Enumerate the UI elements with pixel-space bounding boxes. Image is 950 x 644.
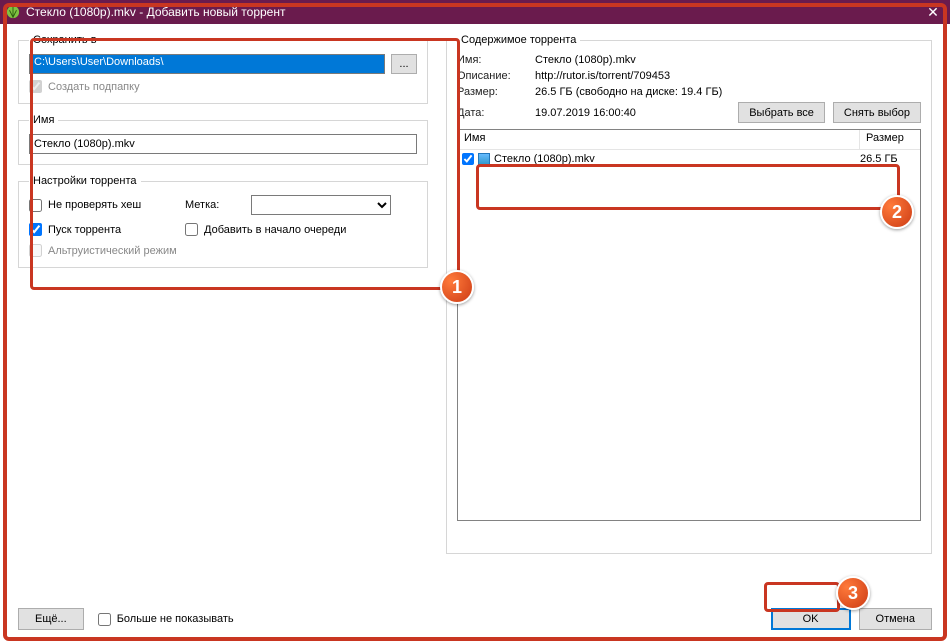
left-panel: Сохранить в C:\Users\User\Downloads\ ...… [18,34,428,574]
browse-button[interactable]: ... [391,54,417,74]
name-group: Имя [18,114,428,165]
name-legend: Имя [29,114,58,126]
add-to-top-checkbox[interactable]: Добавить в начало очереди [185,223,391,236]
ok-button[interactable]: OK [771,608,851,630]
file-name: Стекло (1080p).mkv [494,153,860,165]
torrent-settings-legend: Настройки торрента [29,175,141,187]
info-date-value: 19.07.2019 16:00:40 [535,107,730,119]
create-subfolder-checkbox: Создать подпапку [29,80,417,93]
col-name[interactable]: Имя [458,130,860,149]
annotation-badge-3: 3 [836,576,870,610]
save-path-input[interactable]: C:\Users\User\Downloads\ [29,54,385,74]
torrent-settings-group: Настройки торрента Не проверять хеш Метк… [18,175,428,268]
start-torrent-checkbox[interactable]: Пуск торрента [29,223,179,236]
info-name-value: Стекло (1080p).mkv [535,54,921,66]
select-all-button[interactable]: Выбрать все [738,102,825,123]
deselect-button[interactable]: Снять выбор [833,102,921,123]
cancel-button[interactable]: Отмена [859,608,932,630]
dont-show-checkbox[interactable]: Больше не показывать [98,613,234,626]
annotation-badge-2: 2 [880,195,914,229]
label-label: Метка: [185,199,245,211]
info-size-value: 26.5 ГБ (свободно на диске: 19.4 ГБ) [535,86,921,98]
close-button[interactable]: ✕ [924,3,942,21]
window-title: Стекло (1080p).mkv - Добавить новый торр… [26,5,285,19]
torrent-content-group: Содержимое торрента Имя: Стекло (1080p).… [446,34,932,554]
right-panel: Содержимое торрента Имя: Стекло (1080p).… [446,34,932,574]
info-size-label: Размер: [457,86,527,98]
label-select[interactable] [251,195,391,215]
save-in-legend: Сохранить в [29,34,101,46]
col-size[interactable]: Размер [860,130,920,149]
annotation-badge-1: 1 [440,270,474,304]
file-list-header: Имя Размер [458,130,920,150]
save-in-group: Сохранить в C:\Users\User\Downloads\ ...… [18,34,428,104]
info-desc-value: http://rutor.is/torrent/709453 [535,70,921,82]
altruistic-checkbox: Альтруистический режим [29,244,391,257]
footer: Ещё... Больше не показывать OK Отмена [18,608,932,630]
info-name-label: Имя: [457,54,527,66]
file-checkbox[interactable] [462,153,474,165]
info-date-label: Дата: [457,107,527,119]
file-row[interactable]: Стекло (1080p).mkv 26.5 ГБ [458,150,920,168]
titlebar: Стекло (1080p).mkv - Добавить новый торр… [0,0,950,24]
file-size: 26.5 ГБ [860,153,916,165]
info-desc-label: Описание: [457,70,527,82]
file-list[interactable]: Имя Размер Стекло (1080p).mkv 26.5 ГБ [457,129,921,521]
torrent-content-legend: Содержимое торрента [457,34,580,46]
video-file-icon [478,153,490,165]
no-hash-check-checkbox[interactable]: Не проверять хеш [29,199,179,212]
name-input[interactable] [29,134,417,154]
more-button[interactable]: Ещё... [18,608,84,630]
app-icon [6,5,20,19]
